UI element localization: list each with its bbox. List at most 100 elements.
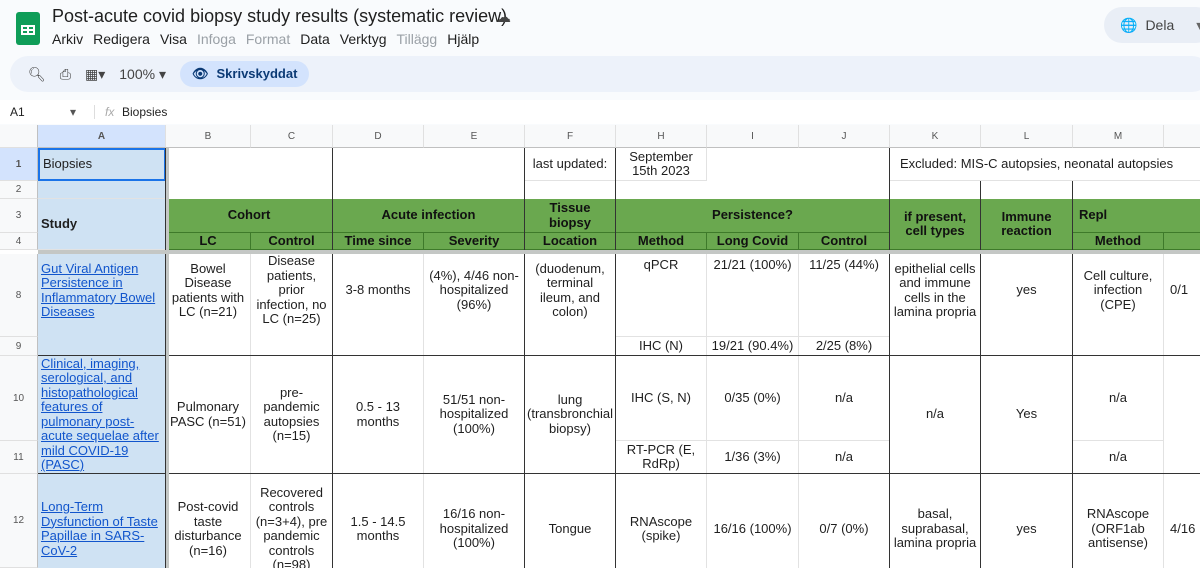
cell-k8[interactable]: epithelial cells and immune cells in the… <box>890 254 981 356</box>
document-title[interactable]: Post-acute covid biopsy study results (s… <box>52 6 507 27</box>
cell-f4[interactable]: Location <box>525 233 616 250</box>
cell-j12[interactable]: 0/7 (0%) <box>799 474 890 568</box>
menu-data[interactable]: Data <box>300 31 330 47</box>
cell-h11[interactable]: RT-PCR (E, RdRp) <box>616 441 707 474</box>
cell-i4[interactable]: Long Covid <box>707 233 799 250</box>
cell-a3[interactable]: Study <box>38 199 166 250</box>
cell-l10[interactable]: Yes <box>981 356 1073 474</box>
frozen-row-divider[interactable] <box>38 250 1200 254</box>
menu-hjälp[interactable]: Hjälp <box>447 31 479 47</box>
column-header-k[interactable]: K <box>890 125 981 148</box>
cell-n4[interactable] <box>1164 233 1200 250</box>
column-header-a[interactable]: A <box>38 125 166 148</box>
cell-e12[interactable]: 16/16 non-hospitalized (100%) <box>424 474 525 568</box>
cell-d3[interactable]: Acute infection <box>333 199 525 233</box>
column-header-h[interactable]: H <box>616 125 707 148</box>
cell-j9[interactable]: 2/25 (8%) <box>799 337 890 356</box>
cloud-saved-icon[interactable]: ☁ <box>496 8 511 26</box>
cell-h4[interactable]: Method <box>616 233 707 250</box>
column-header-e[interactable]: E <box>424 125 525 148</box>
cell-b4[interactable]: LC <box>166 233 251 250</box>
cell-b3[interactable]: Cohort <box>166 199 333 233</box>
formula-input[interactable]: Biopsies <box>122 105 167 119</box>
column-header-b[interactable]: B <box>166 125 251 148</box>
cell-j11[interactable]: n/a <box>799 441 890 474</box>
cell-m3[interactable]: Repl <box>1073 199 1200 233</box>
cell-i11[interactable]: 1/36 (3%) <box>707 441 799 474</box>
cell-m11[interactable]: n/a <box>1073 441 1164 474</box>
column-header-l[interactable]: L <box>981 125 1073 148</box>
cell-f1[interactable]: last updated: <box>525 148 616 181</box>
name-box[interactable]: A1 <box>0 105 70 119</box>
cell-i9[interactable]: 19/21 (90.4%) <box>707 337 799 356</box>
cell-m4[interactable]: Method <box>1073 233 1164 250</box>
row-header-2[interactable]: 2 <box>0 181 38 199</box>
readonly-badge[interactable]: 👁 Skrivskyddat <box>179 61 310 87</box>
name-box-dropdown-icon[interactable]: ▾ <box>70 105 94 119</box>
menu-format[interactable]: Format <box>246 31 290 47</box>
column-header-i[interactable]: I <box>707 125 799 148</box>
share-button[interactable]: 🌐 Dela ▾ <box>1104 7 1200 43</box>
cell-b10[interactable]: Pulmonary PASC (n=51) <box>166 356 251 474</box>
row-header-1[interactable]: 1 <box>0 148 38 181</box>
column-header-j[interactable]: J <box>799 125 890 148</box>
cell-i8[interactable]: 21/21 (100%) <box>707 254 799 337</box>
cell-l8[interactable]: yes <box>981 254 1073 356</box>
cell-f3[interactable]: Tissue biopsy <box>525 199 616 233</box>
spreadsheet-grid[interactable]: A B C D E F H I J K L M 1 2 3 4 8 9 10 11 12 Gut Viral Antige… <box>0 125 1200 568</box>
sheets-logo[interactable] <box>16 12 40 45</box>
cell-e4[interactable]: Severity <box>424 233 525 250</box>
cell-c8[interactable]: Disease patients, prior infection, no LC… <box>251 254 333 356</box>
cell-f8[interactable]: (duodenum, terminal ileum, and colon) <box>525 254 616 356</box>
cell-h8[interactable]: qPCR <box>616 254 707 337</box>
search-icon[interactable]: 🔍︎ <box>28 66 46 83</box>
menu-visa[interactable]: Visa <box>160 31 187 47</box>
cell-a1[interactable]: Biopsies <box>38 148 166 181</box>
cell-i12[interactable]: 16/16 (100%) <box>707 474 799 568</box>
column-header-f[interactable]: F <box>525 125 616 148</box>
cell-k10[interactable]: n/a <box>890 356 981 474</box>
frozen-column-divider[interactable] <box>166 148 169 568</box>
cell-n12[interactable]: 4/16 <box>1164 474 1200 568</box>
cell-h3[interactable]: Persistence? <box>616 199 890 233</box>
cell-k3[interactable]: if present, cell types <box>890 199 981 250</box>
study-link-a10[interactable]: Clinical, imaging, serological, and hist… <box>38 356 166 474</box>
cell-f12[interactable]: Tongue <box>525 474 616 568</box>
cell-d12[interactable]: 1.5 - 14.5 months <box>333 474 424 568</box>
column-header-n[interactable] <box>1164 125 1200 148</box>
cell-j4[interactable]: Control <box>799 233 890 250</box>
cell-l12[interactable]: yes <box>981 474 1073 568</box>
cell-a2[interactable] <box>38 181 166 199</box>
menu-redigera[interactable]: Redigera <box>93 31 150 47</box>
share-dropdown-icon[interactable]: ▾ <box>1196 17 1200 34</box>
cell-f10[interactable]: lung (transbronchial biopsy) <box>525 356 616 474</box>
row-header-3[interactable]: 3 <box>0 199 38 233</box>
cell-e10[interactable]: 51/51 non-hospitalized (100%) <box>424 356 525 474</box>
cell-i10[interactable]: 0/35 (0%) <box>707 356 799 441</box>
cell-l3[interactable]: Immune reaction <box>981 199 1073 250</box>
cell-j8[interactable]: 11/25 (44%) <box>799 254 890 337</box>
column-header-d[interactable]: D <box>333 125 424 148</box>
cell-m8[interactable]: Cell culture, infection (CPE) <box>1073 254 1164 356</box>
menu-arkiv[interactable]: Arkiv <box>52 31 83 47</box>
column-header-c[interactable]: C <box>251 125 333 148</box>
row-header-4[interactable]: 4 <box>0 233 38 250</box>
cell-b8[interactable]: Bowel Disease patients with LC (n=21) <box>166 254 251 356</box>
cell-c4[interactable]: Control <box>251 233 333 250</box>
cell-b12[interactable]: Post-covid taste disturbance (n=16) <box>166 474 251 568</box>
column-header-m[interactable]: M <box>1073 125 1164 148</box>
study-link-a12[interactable]: Long-Term Dysfunction of Taste Papillae … <box>38 474 166 568</box>
print-icon[interactable]: ⎙ <box>60 66 71 83</box>
cell-d4[interactable]: Time since <box>333 233 424 250</box>
cell-m10[interactable]: n/a <box>1073 356 1164 441</box>
select-all-corner[interactable] <box>0 125 38 148</box>
cell-h12[interactable]: RNAscope (spike) <box>616 474 707 568</box>
menu-infoga[interactable]: Infoga <box>197 31 236 47</box>
zoom-select[interactable]: 100% ▾ <box>119 66 166 83</box>
cell-k1[interactable]: Excluded: MIS-C autopsies, neonatal auto… <box>890 148 1200 181</box>
cell-h1[interactable]: September 15th 2023 <box>616 148 707 181</box>
cell-c12[interactable]: Recovered controls (n=3+4), pre pandemic… <box>251 474 333 568</box>
study-link-a8[interactable]: Gut Viral Antigen Persistence in Inflamm… <box>38 254 166 356</box>
menu-tillägg[interactable]: Tillägg <box>397 31 438 47</box>
cell-d10[interactable]: 0.5 - 13 months <box>333 356 424 474</box>
